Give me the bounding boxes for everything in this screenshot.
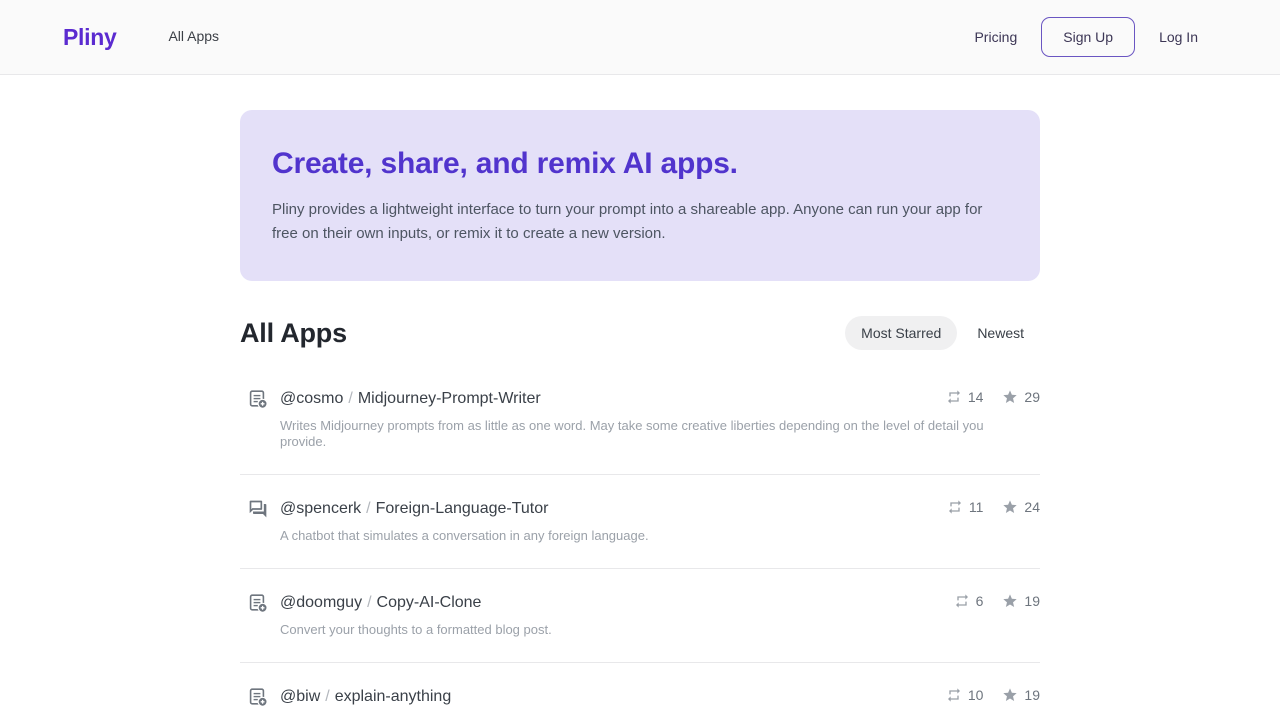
- app-main: @spencerk/Foreign-Language-Tutor A chatb…: [280, 498, 1040, 544]
- app-description: Convert your thoughts to a formatted blo…: [280, 622, 1025, 638]
- hero-title: Create, share, and remix AI apps.: [272, 147, 992, 181]
- app-list-item[interactable]: @biw/explain-anything 10 19: [240, 663, 1040, 720]
- app-title: @spencerk/Foreign-Language-Tutor: [280, 498, 1040, 519]
- star-count: 19: [1024, 687, 1040, 703]
- app-list: @cosmo/Midjourney-Prompt-Writer Writes M…: [240, 365, 1040, 720]
- app-title: @doomguy/Copy-AI-Clone: [280, 592, 1040, 613]
- chat-bubbles-icon: [248, 499, 280, 524]
- star-count: 29: [1024, 389, 1040, 405]
- app-author[interactable]: @doomguy: [280, 594, 362, 611]
- remix-count: 10: [968, 687, 984, 703]
- app-main: @doomguy/Copy-AI-Clone Convert your thou…: [280, 592, 1040, 638]
- app-stats: 14 29: [946, 389, 1040, 405]
- app-main: @biw/explain-anything: [280, 686, 1040, 707]
- remix-icon: [946, 389, 962, 405]
- app-title: @biw/explain-anything: [280, 686, 1040, 707]
- star-stat: 29: [1002, 389, 1040, 405]
- app-name[interactable]: Copy-AI-Clone: [377, 594, 482, 611]
- remix-stat: 14: [946, 389, 984, 405]
- app-name[interactable]: explain-anything: [335, 688, 452, 705]
- sort-most-starred-button[interactable]: Most Starred: [845, 316, 957, 350]
- remix-icon: [946, 687, 962, 703]
- app-title-separator: /: [362, 594, 376, 611]
- nav-all-apps[interactable]: All Apps: [168, 28, 219, 44]
- sign-up-button[interactable]: Sign Up: [1041, 17, 1135, 57]
- app-title-separator: /: [320, 688, 334, 705]
- hero-banner: Create, share, and remix AI apps. Pliny …: [240, 110, 1040, 281]
- app-name[interactable]: Foreign-Language-Tutor: [376, 500, 549, 517]
- primary-nav: All Apps: [168, 28, 219, 46]
- apps-section-header: All Apps Most Starred Newest: [240, 316, 1040, 350]
- sort-toggle: Most Starred Newest: [845, 316, 1040, 350]
- star-icon: [1002, 499, 1018, 515]
- star-icon: [1002, 593, 1018, 609]
- app-description: Writes Midjourney prompts from as little…: [280, 418, 1025, 450]
- remix-count: 6: [976, 593, 984, 609]
- pricing-link[interactable]: Pricing: [974, 29, 1017, 45]
- app-list-item[interactable]: @cosmo/Midjourney-Prompt-Writer Writes M…: [240, 365, 1040, 475]
- header-right: Pricing Sign Up Log In: [974, 17, 1198, 57]
- app-stats: 11 24: [947, 499, 1040, 515]
- note-add-icon: [248, 389, 280, 414]
- app-title-separator: /: [361, 500, 375, 517]
- star-icon: [1002, 687, 1018, 703]
- app-list-item[interactable]: @spencerk/Foreign-Language-Tutor A chatb…: [240, 475, 1040, 569]
- app-stats: 6 19: [954, 593, 1040, 609]
- main-content: Create, share, and remix AI apps. Pliny …: [240, 110, 1040, 720]
- star-count: 19: [1024, 593, 1040, 609]
- note-add-icon: [248, 593, 280, 618]
- remix-count: 14: [968, 389, 984, 405]
- note-add-icon: [248, 687, 280, 712]
- remix-icon: [947, 499, 963, 515]
- sort-newest-button[interactable]: Newest: [961, 316, 1040, 350]
- remix-stat: 10: [946, 687, 984, 703]
- remix-count: 11: [969, 499, 984, 515]
- star-stat: 24: [1002, 499, 1040, 515]
- star-icon: [1002, 389, 1018, 405]
- app-author[interactable]: @cosmo: [280, 390, 343, 407]
- remix-icon: [954, 593, 970, 609]
- header: Pliny All Apps Pricing Sign Up Log In: [0, 0, 1280, 75]
- app-stats: 10 19: [946, 687, 1040, 703]
- app-name[interactable]: Midjourney-Prompt-Writer: [358, 390, 541, 407]
- logo[interactable]: Pliny: [63, 24, 116, 51]
- app-title: @cosmo/Midjourney-Prompt-Writer: [280, 388, 1040, 409]
- app-list-item[interactable]: @doomguy/Copy-AI-Clone Convert your thou…: [240, 569, 1040, 663]
- remix-stat: 11: [947, 499, 984, 515]
- hero-description: Pliny provides a lightweight interface t…: [272, 198, 992, 246]
- star-count: 24: [1024, 499, 1040, 515]
- star-stat: 19: [1002, 593, 1040, 609]
- remix-stat: 6: [954, 593, 984, 609]
- app-title-separator: /: [343, 390, 357, 407]
- app-author[interactable]: @spencerk: [280, 500, 361, 517]
- section-title: All Apps: [240, 318, 347, 349]
- app-main: @cosmo/Midjourney-Prompt-Writer Writes M…: [280, 388, 1040, 450]
- log-in-link[interactable]: Log In: [1159, 29, 1198, 45]
- star-stat: 19: [1002, 687, 1040, 703]
- header-left: Pliny All Apps: [63, 24, 219, 51]
- app-author[interactable]: @biw: [280, 688, 320, 705]
- app-description: A chatbot that simulates a conversation …: [280, 528, 1025, 544]
